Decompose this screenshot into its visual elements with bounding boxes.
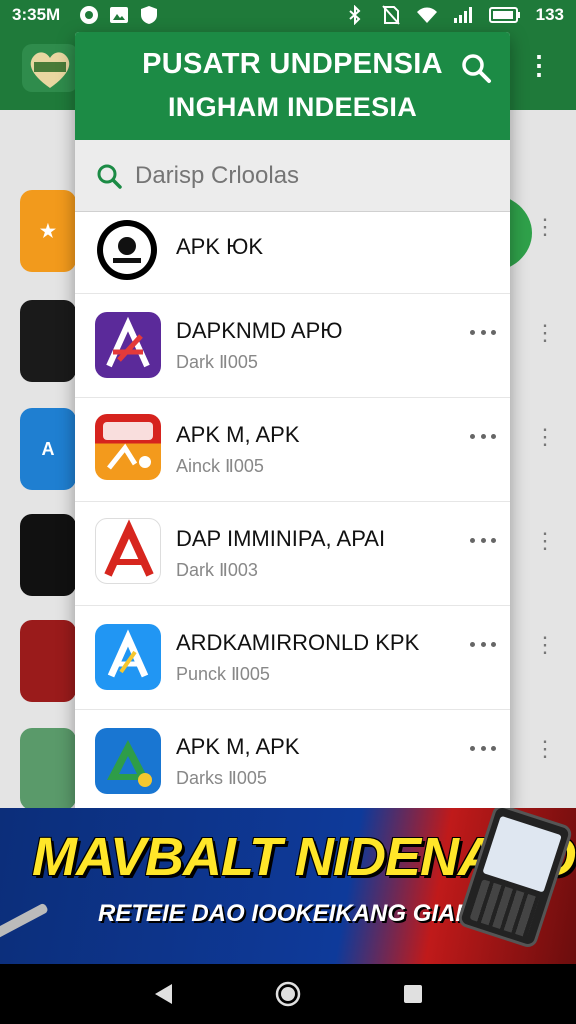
background-app-logo [22, 44, 78, 92]
app-name: APK ЮK [176, 234, 264, 259]
app-list-item[interactable]: APK M, APK Darks Ⅱ005 [75, 710, 510, 810]
status-time: 3:35M [12, 5, 61, 24]
more-horiz-icon[interactable] [470, 638, 496, 650]
background-tile [20, 300, 76, 382]
battery-icon [488, 5, 522, 25]
app-logo-icon [97, 220, 157, 280]
back-icon[interactable] [150, 981, 176, 1007]
signal-icon [452, 5, 474, 25]
no-sim-icon [380, 5, 402, 25]
app-list-sheet: PUSATR UNDPENSIA INGHAM INDEESIA APK ЮK … [75, 32, 510, 810]
background-more-icon: ⋮ [534, 736, 556, 761]
app-logo-icon [95, 414, 161, 480]
shield-icon [138, 5, 160, 25]
app-list-item[interactable]: DAP IMMINIPA, APAI Dark Ⅱ003 [75, 502, 510, 606]
system-nav-bar [0, 964, 576, 1024]
notification-icon [78, 5, 100, 25]
background-more-icon: ⋮ [534, 214, 556, 239]
background-tile: ★ [20, 190, 76, 272]
app-logo-icon [95, 312, 161, 378]
gallery-icon [108, 5, 130, 25]
background-tile [20, 514, 76, 596]
app-name: ARDKAMIRRONLD KPK [176, 630, 420, 655]
app-subtitle: Ainck Ⅱ005 [176, 456, 264, 476]
sheet-header: PUSATR UNDPENSIA INGHAM INDEESIA [75, 32, 510, 140]
home-icon[interactable] [275, 981, 301, 1007]
status-bar: 3:35M 133 [0, 0, 576, 30]
background-more-icon: ⋮ [534, 320, 556, 345]
background-more-icon: ⋮ [534, 632, 556, 657]
more-horiz-icon[interactable] [470, 430, 496, 442]
promo-banner[interactable]: MAVBALT NIDENANO RETEIE DAO IOOKEIKANG G… [0, 808, 576, 964]
background-tile [20, 728, 76, 810]
app-list-item[interactable]: APK ЮK [75, 212, 510, 294]
app-list-item[interactable]: APK M, APK Ainck Ⅱ005 [75, 398, 510, 502]
background-tile [20, 620, 76, 702]
app-name: APK M, APK [176, 422, 300, 447]
app-list-item[interactable]: ARDKAMIRRONLD KPK Punck Ⅱ005 [75, 606, 510, 710]
sheet-title: PUSATR UNDPENSIA [142, 48, 443, 80]
background-tile: A [20, 408, 76, 490]
background-more-icon: ⋮ [534, 528, 556, 553]
search-field-icon [97, 164, 122, 189]
battery-level: 133 [535, 5, 564, 24]
pen-image [0, 902, 49, 940]
app-logo-icon [95, 728, 161, 794]
app-list-item[interactable]: DAPKNMD APЮ Dark Ⅱ005 [75, 294, 510, 398]
sheet-subtitle: INGHAM INDEESIA [167, 92, 418, 122]
more-horiz-icon[interactable] [470, 534, 496, 546]
app-subtitle: Darks Ⅱ005 [176, 768, 267, 788]
app-logo-icon [95, 624, 161, 690]
bluetooth-icon [344, 5, 366, 25]
background-more-icon: ⋮ [534, 424, 556, 449]
search-input[interactable] [135, 161, 455, 190]
more-horiz-icon[interactable] [470, 326, 496, 338]
app-subtitle: Dark Ⅱ005 [176, 352, 258, 372]
wifi-icon [416, 5, 438, 25]
app-subtitle: Dark Ⅱ003 [176, 560, 258, 580]
background-overflow-icon: ⋮ [526, 50, 552, 80]
app-logo-icon [95, 518, 161, 584]
app-name: DAP IMMINIPA, APAI [176, 526, 386, 551]
search-bar[interactable] [75, 140, 510, 212]
more-horiz-icon[interactable] [470, 742, 496, 754]
app-subtitle: Punck Ⅱ005 [176, 664, 270, 684]
search-icon[interactable] [460, 52, 492, 84]
app-name: DAPKNMD APЮ [176, 318, 343, 343]
recents-icon[interactable] [400, 981, 426, 1007]
app-name: APK M, APK [176, 734, 300, 759]
